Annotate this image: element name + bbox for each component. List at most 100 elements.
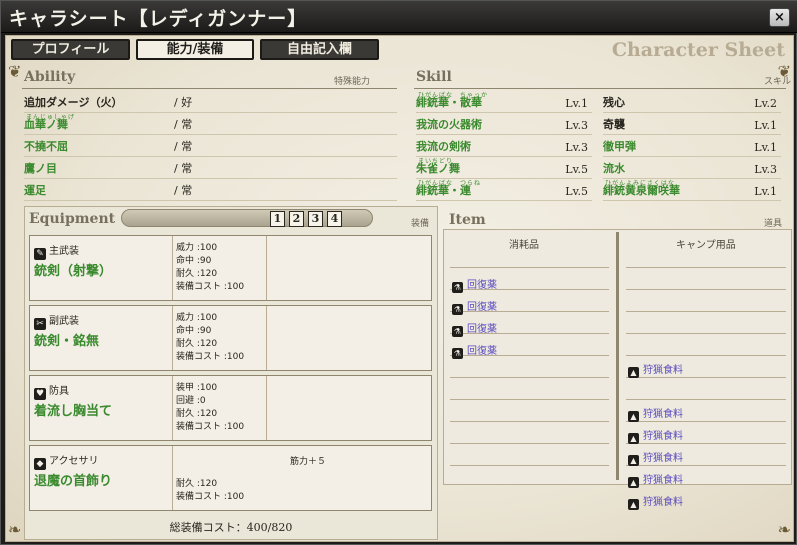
item-entry[interactable]: ▲ 狩猟食料 — [628, 427, 683, 444]
skill-name: 緋銃黄泉爾咲華 — [603, 184, 680, 197]
equipment-category-label: 主武装 — [49, 246, 79, 257]
ability-value: / 常 — [174, 184, 193, 197]
skill-level: Lv.1 — [754, 119, 777, 132]
equipment-category-label: 防具 — [49, 386, 69, 397]
tab-profile[interactable]: プロフィール — [11, 39, 130, 60]
ornament-bottom-right-icon: ❧ — [777, 520, 791, 539]
equipment-stat: 装備コスト :100 — [176, 352, 245, 362]
skill-row: 流水 Lv.3 — [603, 158, 781, 179]
armor-icon: ♥ — [34, 388, 46, 400]
item-entry[interactable]: ▲ 狩猟食料 — [628, 405, 683, 422]
ability-name: 追加ダメージ（火） — [24, 96, 123, 109]
close-button[interactable]: × — [769, 8, 790, 27]
skill-name: 我流の剣術 — [416, 140, 471, 153]
item-row-line — [626, 333, 786, 334]
item-column-divider — [616, 232, 619, 480]
item-entry-label: 狩猟食料 — [643, 497, 683, 508]
equipment-stat: 耐久 :120 — [176, 339, 218, 349]
equipment-stat: 装備コスト :100 — [176, 422, 245, 432]
item-row-line — [626, 311, 786, 312]
item-entry-label: 狩猟食料 — [643, 409, 683, 420]
item-entry[interactable]: ▲ 狩猟食料 — [628, 449, 683, 466]
item-entry[interactable]: ⚗ 回復薬 — [452, 320, 497, 337]
equipment-slot[interactable]: ♥ 防具 着流し胸当て 装甲 :100 回避 :0 耐久 :120 装備コスト :… — [29, 375, 432, 441]
skill-row: 残心 Lv.2 — [603, 92, 781, 113]
item-entry[interactable]: ⚗ 回復薬 — [452, 342, 497, 359]
equipment-header-right: 装備 — [411, 219, 430, 229]
equipment-stat: 威力 :100 — [176, 243, 218, 253]
main-weapon-icon: ✎ — [34, 248, 46, 260]
ability-value: / 好 — [174, 96, 193, 109]
item-entry-label: 回復薬 — [467, 346, 497, 357]
ability-value: / 常 — [174, 162, 193, 175]
item-row-line — [450, 399, 609, 400]
ability-divider — [22, 88, 397, 89]
skill-row: ひがんばな ちゃっか 緋銃華・散華 Lv.1 — [416, 92, 592, 113]
item-row-line — [450, 267, 609, 268]
ability-name: 血華ノ舞 — [24, 118, 68, 131]
equipment-divider — [172, 236, 173, 300]
equipment-stat: 耐久 :120 — [176, 479, 218, 489]
consumables-header: 消耗品 — [509, 240, 539, 251]
equipment-category-label: 副武装 — [49, 316, 79, 327]
skill-row: まいちどり 朱雀ノ舞 Lv.5 — [416, 158, 592, 179]
item-row-line — [626, 267, 786, 268]
equipment-slot[interactable]: ✎ 主武装 銃剣（射撃） 威力 :100 命中 :90 耐久 :120 装備コスト… — [29, 235, 432, 301]
equipment-divider — [172, 306, 173, 370]
skill-name: 徹甲弾 — [603, 140, 636, 153]
skill-name: 緋銃華・連 — [416, 184, 471, 197]
equipment-name: 銃剣（射撃） — [34, 264, 113, 279]
skill-row: 我流の火器術 Lv.3 — [416, 114, 592, 135]
skill-name: 朱雀ノ舞 — [416, 162, 460, 175]
item-header-right: 道具 — [764, 219, 783, 229]
equipment-stat: 装甲 :100 — [176, 383, 218, 393]
skill-level: Lv.2 — [754, 97, 777, 110]
equip-set-1-button[interactable]: 1 — [270, 211, 285, 227]
skill-row: ひがんばな つらね 緋銃華・連 Lv.5 — [416, 180, 592, 201]
equipment-stat: 装備コスト :100 — [176, 492, 245, 502]
ability-name: 運足 — [24, 184, 46, 197]
ability-name: 鷹ノ目 — [24, 162, 57, 175]
equipment-divider — [266, 306, 267, 370]
skill-name: 奇襲 — [603, 118, 625, 131]
ability-header-right: 特殊能力 — [334, 77, 371, 87]
equipment-name: 着流し胸当て — [34, 404, 113, 419]
equipment-stat: 耐久 :120 — [176, 269, 218, 279]
item-row-line — [450, 377, 609, 378]
item-entry[interactable]: ▲ 狩猟食料 — [628, 361, 683, 378]
equipment-divider — [266, 236, 267, 300]
item-entry-label: 狩猟食料 — [643, 475, 683, 486]
item-entry-label: 回復薬 — [467, 324, 497, 335]
equipment-stat: 威力 :100 — [176, 313, 218, 323]
ability-row: 鷹ノ目 / 常 — [24, 158, 397, 179]
item-entry[interactable]: ⚗ 回復薬 — [452, 276, 497, 293]
item-entry[interactable]: ⚗ 回復薬 — [452, 298, 497, 315]
ability-row: 不撓不屈 / 常 — [24, 136, 397, 157]
equipment-panel: Equipment 1 2 3 4 装備 ✎ 主武装 銃剣（射撃） 威力 :100… — [24, 206, 438, 540]
equip-set-3-button[interactable]: 3 — [308, 211, 323, 227]
tab-free-entry[interactable]: 自由記入欄 — [260, 39, 379, 60]
character-sheet-label: Character Sheet — [611, 39, 785, 61]
equipment-slot[interactable]: ◆ アクセサリ 退魔の首飾り 筋力＋５ 耐久 :120 装備コスト :100 — [29, 445, 432, 511]
item-entry-label: 狩猟食料 — [643, 365, 683, 376]
skill-name: 残心 — [603, 96, 625, 109]
item-entry[interactable]: ▲ 狩猟食料 — [628, 471, 683, 488]
equip-set-4-button[interactable]: 4 — [327, 211, 342, 227]
equip-set-2-button[interactable]: 2 — [289, 211, 304, 227]
equipment-stat: 回避 :0 — [176, 396, 206, 406]
equipment-divider — [266, 376, 267, 440]
item-panel: 消耗品 ⚗ 回復薬 ⚗ 回復薬 ⚗ 回復薬 ⚗ 回復薬 キャンプ用品 ▲ 狩猟食料 ▲ 狩猟… — [443, 229, 792, 510]
ornament-bottom-left-icon: ❧ — [8, 520, 22, 539]
skill-name: 我流の火器術 — [416, 118, 482, 131]
equipment-slot[interactable]: ✂ 副武装 銃剣・銘無 威力 :100 命中 :90 耐久 :120 装備コスト … — [29, 305, 432, 371]
camp-gear-header: キャンプ用品 — [676, 240, 736, 251]
ability-row: まんじゅしゃげ 血華ノ舞 / 常 — [24, 114, 397, 135]
item-entry-label: 回復薬 — [467, 280, 497, 291]
tab-ability-equipment[interactable]: 能力/装備 — [136, 39, 254, 60]
sheet-body: プロフィール 能力/装備 自由記入欄 Character Sheet ❦ ❦ ❧… — [5, 35, 794, 542]
item-row-line — [626, 289, 786, 290]
item-entry[interactable]: ▲ 狩猟食料 — [628, 493, 683, 510]
tent-icon: ▲ — [628, 433, 639, 444]
equipment-name: 退魔の首飾り — [34, 474, 113, 489]
tent-icon: ▲ — [628, 367, 639, 378]
